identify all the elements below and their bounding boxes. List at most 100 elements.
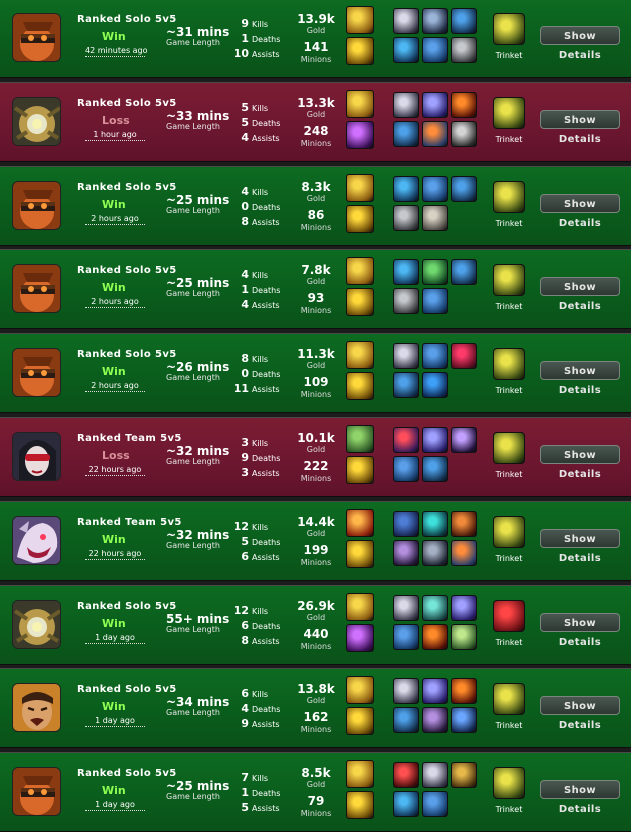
match-row: Ranked Solo 5v5 Win 2 hours ago ~25 mins Gam… [0,165,631,246]
time-ago: 22 hours ago [85,549,145,560]
match-result: Win [102,365,126,379]
yellow-totem-icon [493,264,525,297]
flash-icon [346,676,374,705]
queue-type: Ranked Solo 5v5 [77,14,177,25]
show-details-button[interactable]: Show Details [540,109,620,145]
game-length: ~33 mins [166,108,230,123]
minions-value: 222 [303,459,329,473]
gold-label: Gold [306,528,326,538]
boots-icon [451,175,477,202]
assists-label: Assists [252,301,280,311]
match-result: Win [102,616,126,630]
assists-stat: 4 Assists [229,293,280,312]
game-length: ~26 mins [166,360,230,375]
match-row: Ranked Solo 5v5 Win 42 minutes ago ~31 mins… [0,0,631,78]
blue-tome-icon [422,343,448,370]
golden-mech-champion-icon [12,599,61,649]
fire-icon [422,623,448,650]
minions-label: Minions [300,306,332,316]
game-length-label: Game Length [166,457,220,466]
show-details-button[interactable]: Show Details [540,445,620,480]
minions-label: Minions [300,55,332,64]
match-row: Ranked Team 5v5 Loss 22 hours ago ~32 mins G… [0,417,631,497]
time-ago: 1 hour ago [85,130,145,141]
match-row: Ranked Solo 5v5 Win 2 hours ago ~25 mins Gam… [0,249,631,330]
assists-label: Assists [252,133,280,143]
assists-label: Assists [252,217,280,227]
blue-tome-icon [393,623,419,650]
game-length-label: Game Length [166,540,220,550]
boots-icon [393,120,419,147]
show-details-button[interactable]: Show Details [540,696,620,731]
show-details-button[interactable]: Show Details [540,26,620,61]
gold-value: 10.1k [297,431,335,445]
show-details-button[interactable]: Show Details [540,528,620,564]
assists-value: 9 [241,717,249,731]
game-length-label: Game Length [166,624,220,634]
gold-label: Gold [306,696,326,706]
yellow-totem-icon [493,683,525,716]
gold-value: 14.4k [297,514,335,529]
assists-value: 3 [241,466,249,479]
blue-orb-icon [422,372,448,399]
match-row: Ranked Solo 5v5 Win 2 hours ago ~26 mins Gam… [0,333,631,414]
yellow-totem-icon [493,180,525,213]
queue-type: Ranked Solo 5v5 [77,768,177,780]
boots-icon [451,259,477,286]
flash-icon [346,760,374,789]
match-row: Ranked Solo 5v5 Loss 1 hour ago ~33 mins Gam… [0,81,631,162]
flash-icon [346,592,374,621]
chest-icon [451,37,477,63]
gold-label: Gold [306,193,326,203]
minions-label: Minions [300,474,332,483]
assists-value: 10 [233,47,249,60]
chain-icon [422,707,448,734]
blue-tome-icon [422,175,448,202]
armor-icon [393,91,419,118]
match-result: Win [102,532,126,546]
yellow-totem-icon [493,96,525,129]
minions-label: Minions [300,641,332,651]
time-ago: 2 hours ago [85,381,145,393]
assists-stat: 10 Assists [229,42,280,61]
game-length-label: Game Length [166,38,220,47]
hammer-icon [451,510,477,537]
queue-type: Ranked Solo 5v5 [77,97,177,109]
show-details-button[interactable]: Show Details [540,612,620,648]
game-length-label: Game Length [166,289,220,299]
minions-value: 141 [303,40,329,54]
heal-icon [346,425,374,453]
gold-label: Gold [306,277,326,287]
golden-mech-champion-icon [12,96,61,146]
trinket-label: Trinket [495,470,523,479]
minions-label: Minions [300,138,332,148]
boots-icon [451,8,477,34]
teal-orb-icon [422,510,448,537]
game-length-label: Game Length [166,708,220,718]
game-length: ~32 mins [166,527,230,542]
time-ago: 2 hours ago [85,297,145,309]
show-details-button[interactable]: Show Details [540,361,620,396]
assists-stat: 6 Assists [229,545,279,564]
chain-icon [393,539,419,566]
queue-type: Ranked Solo 5v5 [77,684,177,696]
show-details-button[interactable]: Show Details [540,277,620,312]
minions-value: 248 [303,123,329,138]
assists-stat: 4 Assists [229,126,280,145]
fire-icon [451,678,477,705]
blue-ring-icon [393,510,419,537]
minions-label: Minions [300,809,332,819]
match-row: Ranked Solo 5v5 Win 1 day ago ~25 mins Game … [0,752,631,832]
blade-icon [422,8,448,34]
lightning-icon [422,427,448,453]
assists-value: 8 [241,633,249,647]
armor-icon [393,8,419,34]
show-details-button[interactable]: Show Details [540,780,620,815]
gold-value: 7.8k [301,263,331,278]
purple-spell-icon [346,120,374,149]
ignite-icon [346,456,374,484]
assists-value: 4 [241,298,249,312]
show-details-button[interactable]: Show Details [540,193,620,229]
blue-tome-icon [393,456,419,482]
gold-label: Gold [306,26,326,35]
